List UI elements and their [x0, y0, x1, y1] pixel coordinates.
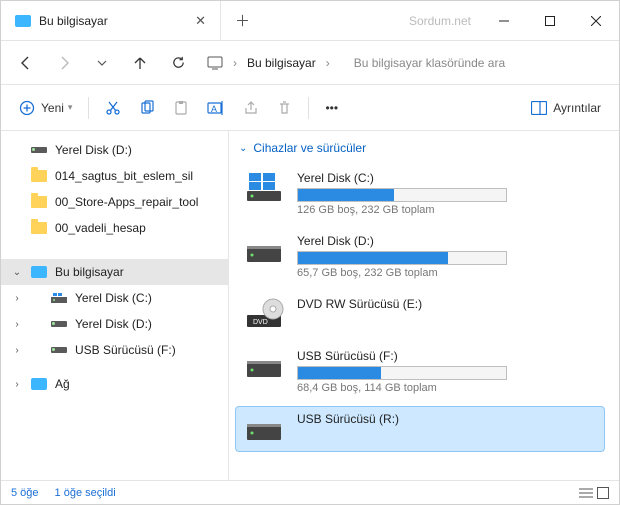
maximize-button[interactable]: [527, 1, 573, 41]
location-pc-icon: [207, 55, 223, 71]
chevron-right-icon: ›: [326, 56, 330, 70]
sidebar-item-quick[interactable]: Yerel Disk (D:): [1, 137, 228, 163]
svg-text:DVD: DVD: [253, 319, 268, 326]
rename-button[interactable]: A: [199, 92, 233, 124]
up-button[interactable]: [123, 46, 157, 80]
drive-item[interactable]: Yerel Disk (D:) 65,7 GB boş, 232 GB topla…: [235, 228, 605, 285]
paste-button[interactable]: [165, 92, 197, 124]
sidebar-item-quick[interactable]: 00_vadeli_hesap: [1, 215, 228, 241]
window-tab[interactable]: Bu bilgisayar ✕: [1, 1, 221, 41]
recent-dropdown-icon[interactable]: [85, 46, 119, 80]
drive-icon: DVD: [243, 297, 285, 331]
drive-title: DVD RW Sürücüsü (E:): [297, 297, 597, 311]
copy-button[interactable]: [131, 92, 163, 124]
svg-text:A: A: [211, 104, 217, 114]
drive-item[interactable]: USB Sürücüsü (R:): [235, 406, 605, 452]
chevron-right-icon: ›: [233, 56, 237, 70]
refresh-button[interactable]: [161, 46, 195, 80]
expand-icon[interactable]: ›: [11, 345, 23, 356]
main-pane: ⌄ Cihazlar ve sürücüler Yerel Disk (C:) 1…: [229, 131, 619, 480]
drive-item[interactable]: DVD DVD RW Sürücüsü (E:): [235, 291, 605, 337]
list-view-icon[interactable]: [579, 487, 593, 499]
drive-item[interactable]: USB Sürücüsü (F:) 68,4 GB boş, 114 GB top…: [235, 343, 605, 400]
tile-view-icon[interactable]: [597, 487, 609, 499]
expand-icon[interactable]: ›: [11, 379, 23, 390]
sidebar-item-drive[interactable]: ›Yerel Disk (C:): [1, 285, 228, 311]
drive-title: Yerel Disk (D:): [297, 234, 597, 248]
drive-icon: [243, 412, 285, 446]
status-selected: 1 öğe seçildi: [55, 487, 116, 499]
forward-button[interactable]: [47, 46, 81, 80]
cut-button[interactable]: [97, 92, 129, 124]
this-pc-icon: [31, 264, 47, 280]
sidebar-item-drive[interactable]: ›Yerel Disk (D:): [1, 311, 228, 337]
drive-title: USB Sürücüsü (F:): [297, 349, 597, 363]
section-header[interactable]: ⌄ Cihazlar ve sürücüler: [235, 141, 605, 155]
drive-subtext: 126 GB boş, 232 GB toplam: [297, 204, 597, 216]
sidebar-item-quick[interactable]: 014_sagtus_bit_eslem_sil: [1, 163, 228, 189]
usage-bar: [297, 188, 507, 202]
back-button[interactable]: [9, 46, 43, 80]
status-count: 5 öğe: [11, 487, 39, 499]
expand-icon[interactable]: ›: [11, 319, 23, 330]
drive-icon: [51, 290, 67, 306]
details-icon: [531, 101, 547, 115]
tab-title: Bu bilgisayar: [39, 14, 108, 28]
watermark: Sordum.net: [409, 14, 481, 28]
this-pc-icon: [15, 13, 31, 29]
new-button[interactable]: Yeni ▾: [11, 92, 80, 124]
expand-icon[interactable]: ›: [11, 293, 23, 304]
more-button[interactable]: •••: [317, 92, 346, 124]
breadcrumb[interactable]: › Bu bilgisayar ›: [207, 55, 330, 71]
drive-title: Yerel Disk (C:): [297, 171, 597, 185]
search-input[interactable]: Bu bilgisayar klasöründe ara: [354, 56, 611, 70]
collapse-icon: ⌄: [239, 143, 247, 154]
drive-icon: [243, 234, 285, 268]
new-tab-button[interactable]: ＋: [221, 10, 264, 31]
usage-bar: [297, 251, 507, 265]
drive-subtext: 68,4 GB boş, 114 GB toplam: [297, 382, 597, 394]
delete-button[interactable]: [269, 92, 300, 124]
close-tab-icon[interactable]: ✕: [195, 13, 206, 29]
drive-item[interactable]: Yerel Disk (C:) 126 GB boş, 232 GB toplam: [235, 165, 605, 222]
drive-title: USB Sürücüsü (R:): [297, 412, 597, 426]
sidebar-item-drive[interactable]: ›USB Sürücüsü (F:): [1, 337, 228, 363]
sidebar: Yerel Disk (D:) 014_sagtus_bit_eslem_sil…: [1, 131, 229, 480]
sidebar-item-this-pc[interactable]: ⌄ Bu bilgisayar: [1, 259, 228, 285]
minimize-button[interactable]: [481, 1, 527, 41]
share-button[interactable]: [235, 92, 267, 124]
usage-bar: [297, 366, 507, 380]
drive-subtext: 65,7 GB boş, 232 GB toplam: [297, 267, 597, 279]
breadcrumb-label[interactable]: Bu bilgisayar: [247, 56, 316, 70]
drive-icon: [243, 349, 285, 383]
details-pane-button[interactable]: Ayrıntılar: [523, 92, 609, 124]
chevron-down-icon: ▾: [68, 102, 73, 113]
drive-icon: [243, 171, 285, 205]
sidebar-item-network[interactable]: ›Ağ: [1, 371, 228, 397]
close-button[interactable]: [573, 1, 619, 41]
sidebar-item-quick[interactable]: 00_Store-Apps_repair_tool: [1, 189, 228, 215]
network-icon: [31, 376, 47, 392]
collapse-icon[interactable]: ⌄: [11, 267, 23, 278]
